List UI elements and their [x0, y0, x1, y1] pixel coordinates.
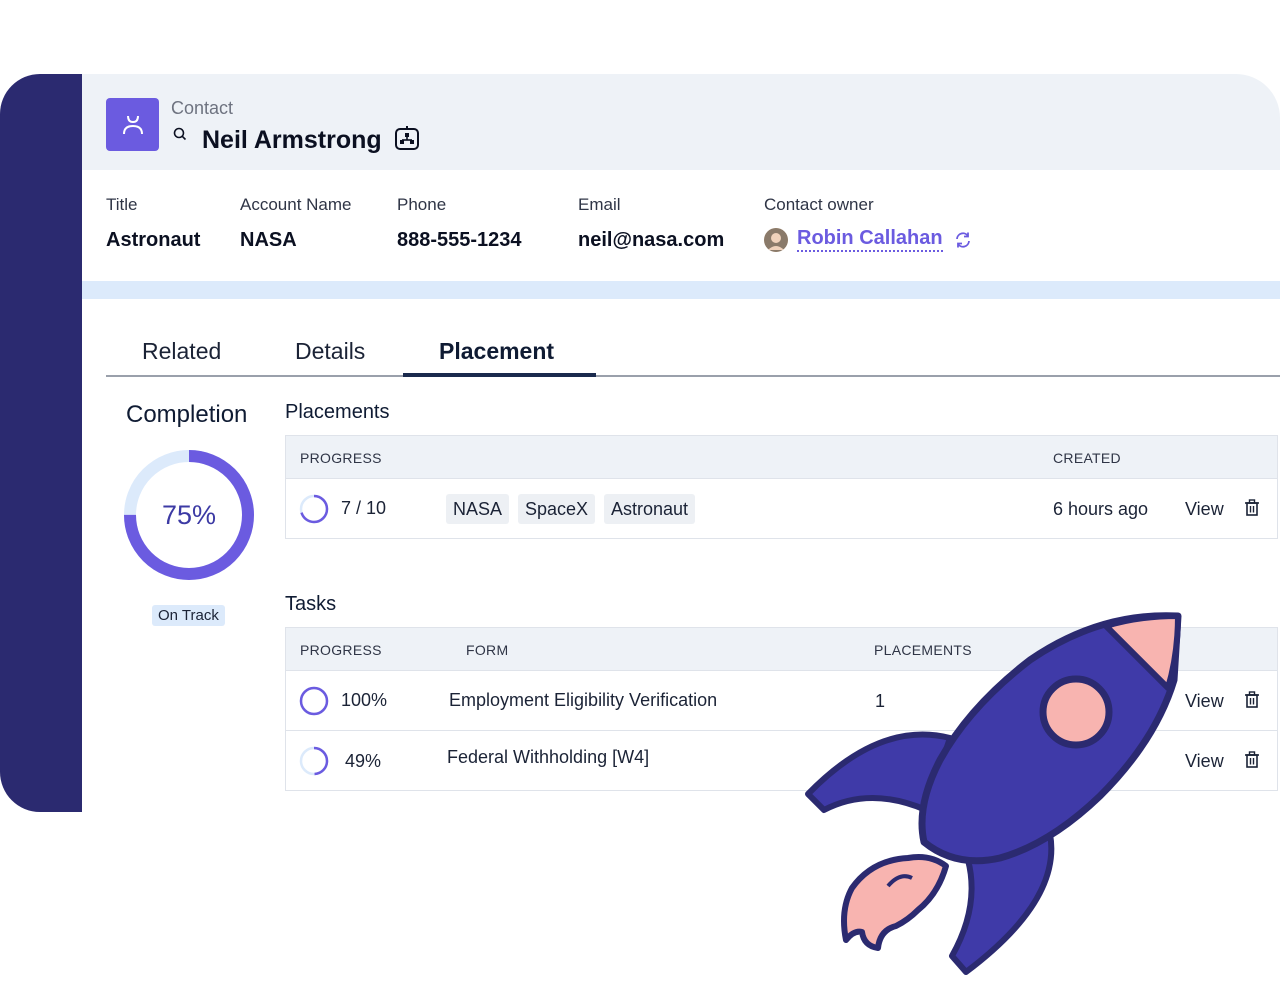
rocket-flame — [841, 854, 949, 951]
app-sidebar — [0, 74, 82, 812]
column-header-progress: PROGRESS — [300, 450, 382, 466]
active-tab-indicator — [403, 373, 596, 377]
progress-label: 7 / 10 — [341, 498, 387, 518]
owner-avatar — [764, 227, 788, 252]
placements-table: PROGRESS CREATED 7 / 10 NASA SpaceX Astr… — [285, 435, 1278, 539]
progress-label: 49% — [345, 751, 382, 771]
org-chart-icon[interactable] — [394, 125, 420, 156]
trash-icon[interactable] — [1244, 691, 1260, 709]
field-value: Astronaut — [106, 229, 201, 251]
progress-ring-icon — [299, 494, 329, 524]
tab-details[interactable]: Details — [295, 338, 365, 365]
field-value: NASA — [240, 229, 297, 251]
column-header-progress: PROGRESS — [300, 642, 382, 658]
contact-name: Neil Armstrong — [202, 126, 382, 154]
field-title: Title Astronaut — [106, 195, 200, 252]
rocket-illustration — [805, 612, 1182, 975]
field-value: 888-555-1234 — [397, 229, 522, 251]
column-header-form: FORM — [466, 642, 509, 658]
field-label: Title — [106, 195, 138, 214]
contact-avatar-icon — [106, 98, 159, 151]
field-email: Email neil@nasa.com — [578, 195, 724, 252]
created-time: 6 hours ago — [1053, 499, 1149, 519]
record-header: Contact Neil Armstrong — [82, 74, 1280, 170]
trash-icon[interactable] — [1244, 499, 1260, 517]
completion-percent: 75% — [161, 499, 217, 530]
tab-placement[interactable]: Placement — [439, 338, 554, 365]
placements-title: Placements — [285, 401, 390, 423]
tag-chip: NASA — [446, 494, 510, 524]
search-icon[interactable] — [172, 126, 188, 147]
table-row: 7 / 10 NASA SpaceX Astronaut 6 hours ago… — [286, 478, 1277, 538]
field-value: neil@nasa.com — [578, 229, 725, 251]
trash-icon[interactable] — [1244, 751, 1260, 769]
form-name: Employment Eligibility Verification — [449, 690, 718, 710]
column-header-created: CREATED — [1053, 450, 1121, 466]
completion-title: Completion — [126, 401, 248, 428]
field-label: Account Name — [240, 195, 352, 214]
tasks-title: Tasks — [285, 593, 337, 615]
form-name: Federal Withholding [W4] — [447, 747, 650, 767]
tab-bar-line — [106, 375, 1280, 377]
tag-chip: Astronaut — [604, 494, 696, 524]
table-header: PROGRESS CREATED — [286, 436, 1277, 478]
tag-chip: SpaceX — [518, 494, 596, 524]
progress-ring-icon — [299, 746, 329, 776]
rocket-window — [1039, 675, 1113, 749]
field-label: Phone — [397, 195, 447, 214]
owner-link[interactable]: Robin Callahan — [797, 227, 943, 252]
field-phone: Phone 888-555-1234 — [397, 195, 522, 252]
tab-related[interactable]: Related — [142, 338, 221, 365]
refresh-icon[interactable] — [953, 230, 973, 250]
view-link[interactable]: View — [1185, 499, 1224, 520]
field-label: Email — [578, 195, 621, 214]
progress-ring-icon — [299, 686, 329, 716]
section-divider — [82, 281, 1280, 299]
field-contact-owner: Contact owner Robin Callahan — [764, 195, 973, 252]
object-type-label: Contact — [171, 98, 234, 118]
progress-label: 100% — [341, 690, 388, 710]
field-label: Contact owner — [764, 195, 874, 214]
status-badge: On Track — [152, 605, 225, 626]
field-account-name: Account Name NASA — [240, 195, 352, 252]
